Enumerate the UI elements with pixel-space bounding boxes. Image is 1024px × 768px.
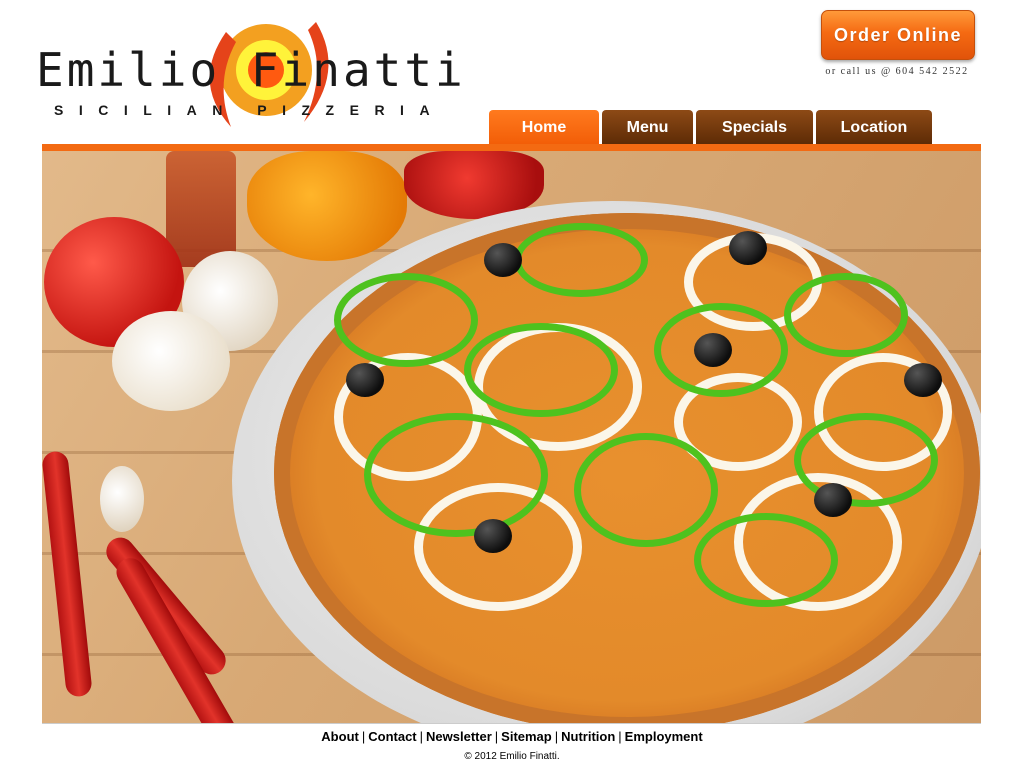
green-pepper-ring [514, 223, 648, 297]
red-chili [111, 553, 241, 723]
nav-tab-menu[interactable]: Menu [602, 110, 693, 145]
green-pepper-ring [464, 323, 618, 417]
logo-name: Emilio Finatti [36, 43, 466, 97]
site-logo[interactable]: Emilio Finatti SICILIAN PIZZERIA [36, 12, 486, 137]
footer-link-about[interactable]: About [321, 729, 359, 744]
order-online-button[interactable]: Order Online [821, 10, 975, 60]
footer-links: About | Contact | Newsletter | Sitemap | Nutriti… [321, 729, 703, 744]
garlic-bulb [112, 311, 230, 411]
footer-link-sitemap[interactable]: Sitemap [501, 729, 552, 744]
logo-tagline: SICILIAN PIZZERIA [54, 102, 446, 118]
black-olive [904, 363, 942, 397]
spice-jar [166, 151, 236, 267]
footer-link-employment[interactable]: Employment [625, 729, 703, 744]
copyright-text: © 2012 Emilio Finatti. [464, 751, 560, 762]
black-olive [484, 243, 522, 277]
nav-tab-home[interactable]: Home [489, 110, 599, 145]
green-pepper-ring [694, 513, 838, 607]
black-olive [729, 231, 767, 265]
black-olive [474, 519, 512, 553]
black-olive [694, 333, 732, 367]
call-us-text: or call us @ 604 542 2522 [825, 66, 969, 77]
nav-tab-specials[interactable]: Specials [696, 110, 813, 145]
green-pepper-ring [334, 273, 478, 367]
green-pepper-ring [784, 273, 908, 357]
black-olive [346, 363, 384, 397]
green-pepper-ring [364, 413, 548, 537]
pizza [274, 213, 980, 723]
nav-underline-bar [42, 144, 981, 151]
black-olive [814, 483, 852, 517]
footer-link-nutrition[interactable]: Nutrition [561, 729, 615, 744]
garlic-clove [100, 466, 144, 532]
red-chili [42, 450, 93, 698]
green-pepper-ring [574, 433, 718, 547]
footer-link-contact[interactable]: Contact [368, 729, 416, 744]
nav-tab-location[interactable]: Location [816, 110, 932, 145]
hero-pizza-image [42, 151, 981, 724]
yellow-pepper [247, 151, 407, 261]
main-nav: Home Menu Specials Location [489, 110, 932, 145]
footer-link-newsletter[interactable]: Newsletter [426, 729, 492, 744]
